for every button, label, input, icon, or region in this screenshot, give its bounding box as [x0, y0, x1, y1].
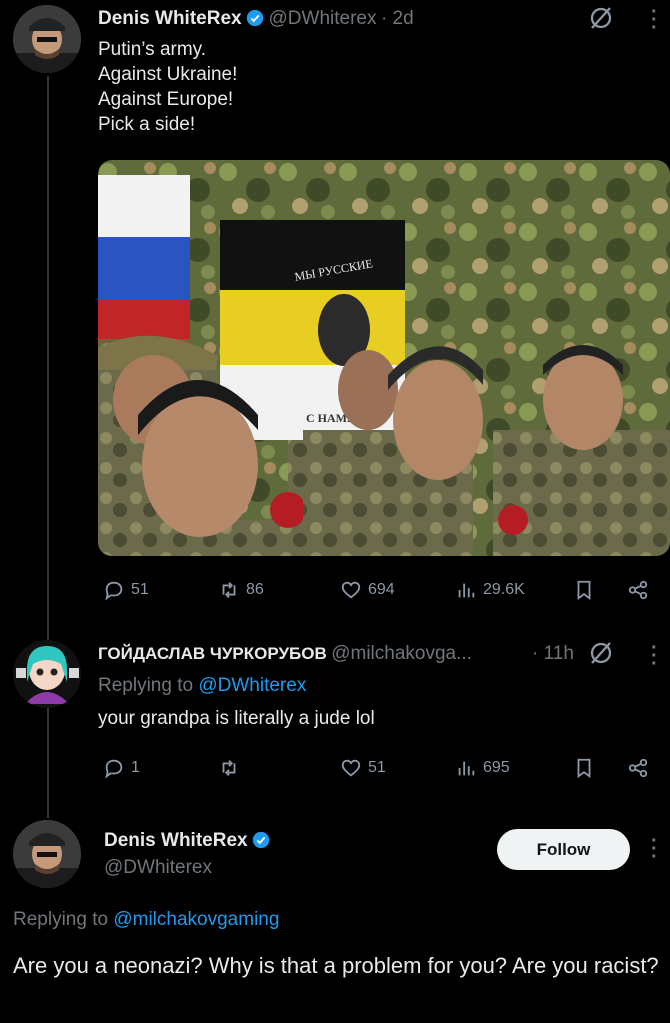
main-text: Are you a neonazi? Why is that a problem… [13, 953, 659, 978]
replying-handle[interactable]: @DWhiterex [198, 675, 306, 696]
replying-label: Replying to [13, 909, 109, 930]
tweet-line: Putin’s army. [98, 39, 207, 60]
like-button[interactable]: 51 [340, 757, 386, 779]
more-icon[interactable]: · · · [651, 2, 658, 38]
tweet-time[interactable]: · 2d [381, 8, 414, 29]
verified-icon [246, 9, 264, 27]
views-button[interactable]: 695 [455, 757, 510, 779]
follow-button[interactable]: Follow [497, 829, 630, 870]
bookmark-button[interactable] [573, 757, 595, 779]
reply-count: 51 [131, 581, 149, 598]
more-icon[interactable]: · · · [651, 831, 658, 867]
tweet-header: Denis WhiteRex @DWhiterex · 2d [98, 8, 414, 30]
author-handle[interactable]: @DWhiterex [269, 8, 377, 29]
bookmark-icon [577, 758, 591, 779]
replying-label: Replying to [98, 675, 194, 696]
tweet-line: Against Europe! [98, 89, 234, 110]
views-count: 29.6K [483, 581, 525, 598]
repost-icon [222, 582, 236, 598]
share-icon [628, 758, 648, 778]
bookmark-icon [577, 580, 591, 601]
grok-icon[interactable] [588, 640, 614, 666]
share-button[interactable] [627, 757, 649, 779]
replying-to: Replying to @DWhiterex [98, 675, 306, 697]
repost-count: 86 [246, 581, 264, 598]
tweet-text: Putin’s army. Against Ukraine! Against E… [98, 37, 237, 137]
main-header: Denis WhiteRex [104, 830, 270, 852]
like-icon [341, 759, 361, 777]
share-button[interactable] [627, 579, 649, 601]
tweet-line: Against Ukraine! [98, 64, 238, 85]
views-button[interactable]: 29.6K [455, 579, 525, 601]
like-button[interactable]: 694 [340, 579, 395, 601]
avatar[interactable] [13, 640, 81, 708]
repost-button[interactable] [218, 757, 246, 779]
reply-icon [105, 581, 123, 601]
author-name[interactable]: Denis WhiteRex [104, 830, 248, 851]
repost-icon [222, 760, 236, 776]
reply-header: ГОЙДАСЛАВ ЧУРКОРУБОВ @milchakovga... [98, 643, 472, 665]
author-handle[interactable]: @DWhiterex [104, 857, 212, 879]
reply-count: 1 [131, 759, 140, 776]
replying-handle[interactable]: @milchakovgaming [113, 909, 279, 930]
share-icon [628, 580, 648, 600]
tweet-image[interactable]: МЫ РУССКИЕ С НАМИ [98, 160, 670, 556]
like-count: 51 [368, 759, 386, 776]
reply-button[interactable]: 1 [103, 757, 140, 779]
tweet-line: Pick a side! [98, 114, 196, 135]
more-icon[interactable]: · · · [651, 638, 658, 674]
avatar[interactable] [13, 5, 81, 73]
reply-button[interactable]: 51 [103, 579, 149, 601]
views-count: 695 [483, 759, 510, 776]
bookmark-button[interactable] [573, 579, 595, 601]
verified-icon [252, 831, 270, 849]
repost-button[interactable]: 86 [218, 579, 264, 601]
like-count: 694 [368, 581, 395, 598]
tweet-time[interactable]: · 11h [532, 643, 574, 665]
avatar[interactable] [13, 820, 81, 888]
replying-to: Replying to @milchakovgaming [13, 909, 279, 931]
author-name[interactable]: ГОЙДАСЛАВ ЧУРКОРУБОВ [98, 644, 327, 663]
views-icon [458, 761, 475, 776]
like-icon [341, 581, 361, 599]
views-icon [458, 583, 475, 598]
grok-icon[interactable] [588, 5, 614, 31]
reply-text: your grandpa is literally a jude lol [98, 708, 375, 729]
author-name[interactable]: Denis WhiteRex [98, 8, 242, 29]
reply-icon [105, 759, 123, 779]
author-handle[interactable]: @milchakovga... [331, 643, 472, 664]
